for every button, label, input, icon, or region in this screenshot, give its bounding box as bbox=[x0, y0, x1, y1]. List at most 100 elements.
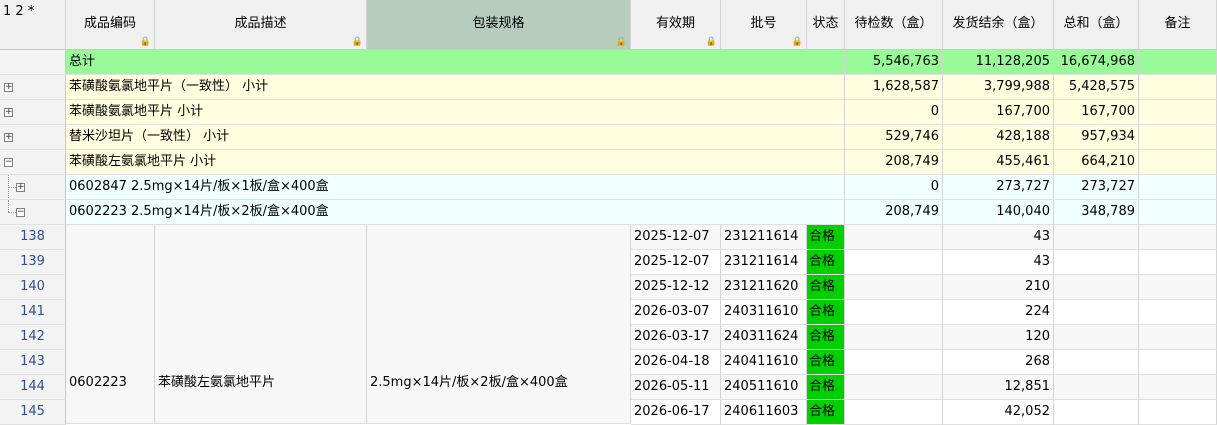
remark-cell[interactable] bbox=[1139, 250, 1217, 275]
row-number[interactable]: 143 bbox=[0, 350, 66, 375]
column-header-batch[interactable]: 批号 🔒 bbox=[721, 0, 807, 50]
expiry-cell[interactable]: 2025-12-07 bbox=[631, 250, 721, 275]
pending-cell[interactable] bbox=[845, 325, 943, 350]
row-number[interactable]: 141 bbox=[0, 300, 66, 325]
subtotal-remark[interactable] bbox=[1139, 125, 1217, 150]
subtotal-remark[interactable] bbox=[1139, 75, 1217, 100]
expiry-cell[interactable]: 2026-06-17 bbox=[631, 400, 721, 425]
expand-icon[interactable]: + bbox=[16, 183, 25, 192]
subtotal-sum[interactable]: 167,700 bbox=[1054, 100, 1139, 125]
row-number[interactable]: 145 bbox=[0, 400, 66, 425]
total-sum[interactable]: 16,674,968 bbox=[1054, 50, 1139, 75]
merged-desc-cell[interactable]: 苯磺酸左氨氯地平片 bbox=[155, 225, 367, 424]
column-header-status[interactable]: 状态 bbox=[807, 0, 845, 50]
row-number[interactable]: 140 bbox=[0, 275, 66, 300]
subtotal-pending[interactable]: 529,746 bbox=[845, 125, 943, 150]
batch-cell[interactable]: 231211614 bbox=[721, 250, 807, 275]
pending-cell[interactable] bbox=[845, 375, 943, 400]
batch-cell[interactable]: 240311610 bbox=[721, 300, 807, 325]
expiry-cell[interactable]: 2025-12-07 bbox=[631, 225, 721, 250]
subtotal-remark[interactable] bbox=[1139, 150, 1217, 175]
balance-cell[interactable]: 12,851 bbox=[943, 375, 1054, 400]
balance-cell[interactable]: 224 bbox=[943, 300, 1054, 325]
column-header-desc[interactable]: 成品描述 🔒 bbox=[155, 0, 367, 50]
column-header-balance[interactable]: 发货结余（盒） bbox=[943, 0, 1054, 50]
batch-cell[interactable]: 231211620 bbox=[721, 275, 807, 300]
status-badge[interactable]: 合格 bbox=[807, 250, 845, 275]
sum-cell[interactable] bbox=[1054, 375, 1139, 400]
subtotal-sum[interactable]: 5,428,575 bbox=[1054, 75, 1139, 100]
detail-balance[interactable]: 140,040 bbox=[943, 200, 1054, 225]
remark-cell[interactable] bbox=[1139, 300, 1217, 325]
expand-icon[interactable]: + bbox=[4, 108, 13, 117]
status-badge[interactable]: 合格 bbox=[807, 400, 845, 425]
status-badge[interactable]: 合格 bbox=[807, 300, 845, 325]
expiry-cell[interactable]: 2025-12-12 bbox=[631, 275, 721, 300]
detail-sum[interactable]: 273,727 bbox=[1054, 175, 1139, 200]
detail-sum[interactable]: 348,789 bbox=[1054, 200, 1139, 225]
detail-pending[interactable]: 0 bbox=[845, 175, 943, 200]
pending-cell[interactable] bbox=[845, 250, 943, 275]
expand-icon[interactable]: + bbox=[4, 133, 13, 142]
status-badge[interactable]: 合格 bbox=[807, 275, 845, 300]
collapse-icon[interactable]: − bbox=[4, 158, 13, 167]
column-header-sum[interactable]: 总和（盒） bbox=[1054, 0, 1139, 50]
balance-cell[interactable]: 43 bbox=[943, 225, 1054, 250]
subtotal-balance[interactable]: 428,188 bbox=[943, 125, 1054, 150]
status-badge[interactable]: 合格 bbox=[807, 350, 845, 375]
subtotal-label[interactable]: 苯磺酸左氨氯地平片 小计 bbox=[66, 150, 845, 175]
status-badge[interactable]: 合格 bbox=[807, 325, 845, 350]
balance-cell[interactable]: 43 bbox=[943, 250, 1054, 275]
subtotal-pending[interactable]: 208,749 bbox=[845, 150, 943, 175]
remark-cell[interactable] bbox=[1139, 350, 1217, 375]
remark-cell[interactable] bbox=[1139, 275, 1217, 300]
subtotal-label[interactable]: 替米沙坦片（一致性） 小计 bbox=[66, 125, 845, 150]
expiry-cell[interactable]: 2026-04-18 bbox=[631, 350, 721, 375]
pending-cell[interactable] bbox=[845, 400, 943, 425]
batch-cell[interactable]: 240411610 bbox=[721, 350, 807, 375]
subtotal-pending[interactable]: 0 bbox=[845, 100, 943, 125]
subtotal-balance[interactable]: 167,700 bbox=[943, 100, 1054, 125]
row-number[interactable]: 138 bbox=[0, 225, 66, 250]
pending-cell[interactable] bbox=[845, 225, 943, 250]
detail-remark[interactable] bbox=[1139, 200, 1217, 225]
subtotal-sum[interactable]: 664,210 bbox=[1054, 150, 1139, 175]
row-number[interactable]: 144 bbox=[0, 375, 66, 400]
column-header-remark[interactable]: 备注 bbox=[1139, 0, 1217, 50]
sum-cell[interactable] bbox=[1054, 250, 1139, 275]
batch-cell[interactable]: 240511610 bbox=[721, 375, 807, 400]
subtotal-pending[interactable]: 1,628,587 bbox=[845, 75, 943, 100]
expand-icon[interactable]: + bbox=[4, 83, 13, 92]
row-number[interactable]: 139 bbox=[0, 250, 66, 275]
merged-pack-cell[interactable]: 2.5mg×14片/板×2板/盒×400盒 bbox=[367, 225, 631, 424]
balance-cell[interactable]: 120 bbox=[943, 325, 1054, 350]
expiry-cell[interactable]: 2026-05-11 bbox=[631, 375, 721, 400]
remark-cell[interactable] bbox=[1139, 375, 1217, 400]
detail-pending[interactable]: 208,749 bbox=[845, 200, 943, 225]
expiry-cell[interactable]: 2026-03-07 bbox=[631, 300, 721, 325]
subtotal-balance[interactable]: 455,461 bbox=[943, 150, 1054, 175]
sum-cell[interactable] bbox=[1054, 275, 1139, 300]
balance-cell[interactable]: 210 bbox=[943, 275, 1054, 300]
batch-cell[interactable]: 231211614 bbox=[721, 225, 807, 250]
column-header-pending[interactable]: 待检数（盒） bbox=[845, 0, 943, 50]
sum-cell[interactable] bbox=[1054, 400, 1139, 425]
balance-cell[interactable]: 42,052 bbox=[943, 400, 1054, 425]
status-badge[interactable]: 合格 bbox=[807, 225, 845, 250]
expiry-cell[interactable]: 2026-03-17 bbox=[631, 325, 721, 350]
subtotal-balance[interactable]: 3,799,988 bbox=[943, 75, 1054, 100]
subtotal-label[interactable]: 苯磺酸氨氯地平片 小计 bbox=[66, 100, 845, 125]
total-remark[interactable] bbox=[1139, 50, 1217, 75]
row-number[interactable]: 142 bbox=[0, 325, 66, 350]
subtotal-sum[interactable]: 957,934 bbox=[1054, 125, 1139, 150]
outline-levels[interactable]: 1 2 bbox=[3, 4, 24, 19]
pending-cell[interactable] bbox=[845, 300, 943, 325]
sum-cell[interactable] bbox=[1054, 325, 1139, 350]
status-badge[interactable]: 合格 bbox=[807, 375, 845, 400]
sum-cell[interactable] bbox=[1054, 300, 1139, 325]
detail-label[interactable]: 0602223 2.5mg×14片/板×2板/盒×400盒 bbox=[66, 200, 845, 225]
subtotal-remark[interactable] bbox=[1139, 100, 1217, 125]
total-pending[interactable]: 5,546,763 bbox=[845, 50, 943, 75]
batch-cell[interactable]: 240311624 bbox=[721, 325, 807, 350]
total-balance[interactable]: 11,128,205 bbox=[943, 50, 1054, 75]
